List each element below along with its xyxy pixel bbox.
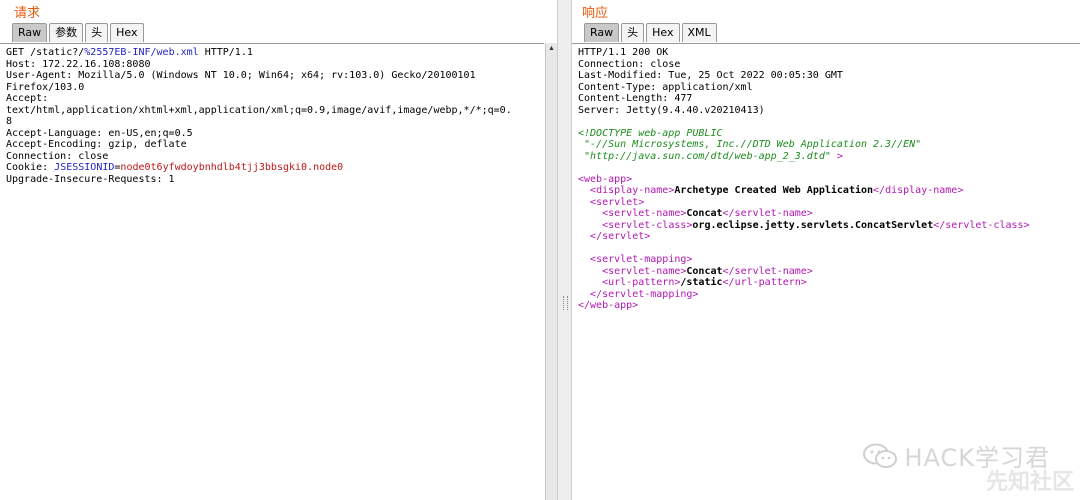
xml-mapping-open: <servlet-mapping> xyxy=(578,254,1080,266)
display-name-open-tag: <display-name> xyxy=(590,185,675,196)
servlet-mapping-open-tag: <servlet-mapping> xyxy=(590,254,693,265)
content-length-header: Content-Length: 477 xyxy=(578,93,693,104)
server-header: Server: Jetty(9.4.40.v20210413) xyxy=(578,104,765,116)
xml-display-name: <display-name>Archetype Created Web Appl… xyxy=(578,185,1080,197)
servlet-close-tag: </servlet> xyxy=(590,231,651,242)
request-editor[interactable]: GET /static?/%2557EB-INF/web.xml HTTP/1.… xyxy=(0,43,544,500)
request-pane: 请求 Raw 参数 头 Hex GET /static?/%2557EB-INF… xyxy=(0,0,557,500)
display-name-close-tag: </display-name> xyxy=(873,185,964,196)
mapping-name-close-tag: </servlet-name> xyxy=(722,265,813,277)
servlet-open-tag: <servlet> xyxy=(590,196,645,208)
xml-web-app-open: <web-app> xyxy=(578,174,1080,186)
corner-watermark: 先知社区 xyxy=(985,470,1074,495)
request-tab-raw[interactable]: Raw xyxy=(12,23,48,42)
content-type-header: Content-Type: application/xml xyxy=(578,81,753,93)
scroll-up-arrow-icon[interactable]: ▲ xyxy=(546,43,557,54)
doctype-public-id: "-//Sun Microsystems, Inc.//DTD Web Appl… xyxy=(578,139,922,150)
request-tab-headers[interactable]: 头 xyxy=(85,23,109,42)
doctype-line: <!DOCTYPE web-app PUBLIC xyxy=(578,127,723,139)
upgrade-insecure-header: Upgrade-Insecure-Requests: 1 xyxy=(6,173,175,185)
connection-header: Connection: close xyxy=(6,150,109,162)
xml-servlet-class: <servlet-class>org.eclipse.jetty.servlet… xyxy=(578,220,1080,232)
split-divider[interactable] xyxy=(557,0,572,500)
servlet-name-close-tag: </servlet-name> xyxy=(722,208,813,219)
response-tab-raw[interactable]: Raw xyxy=(584,23,620,42)
request-tab-hex[interactable]: Hex xyxy=(110,23,144,42)
request-protocol: HTTP/1.1 xyxy=(198,47,253,58)
request-tabs: Raw 参数 头 Hex xyxy=(12,23,146,42)
user-agent-header-cont: Firefox/103.0 xyxy=(6,81,85,93)
accept-header-value: text/html,application/xhtml+xml,applicat… xyxy=(6,104,512,116)
display-name-value: Archetype Created Web Application xyxy=(674,185,874,196)
servlet-name-open-tag: <servlet-name> xyxy=(602,208,687,219)
doctype-system-url: "http://java.sun.com/dtd/web-app_2_3.dtd… xyxy=(578,150,837,162)
request-query-param: %2557EB-INF/web.xml xyxy=(84,47,199,58)
servlet-class-close-tag: </servlet-class> xyxy=(933,219,1030,231)
xml-mapping-name: <servlet-name>Concat</servlet-name> xyxy=(578,266,1080,278)
host-header: Host: 172.22.16.108:8080 xyxy=(6,58,151,70)
xml-servlet-open: <servlet> xyxy=(578,197,1080,209)
request-title: 请求 xyxy=(14,6,41,21)
user-agent-header: User-Agent: Mozilla/5.0 (Windows NT 10.0… xyxy=(6,70,476,81)
response-pane: 响应 Raw 头 Hex XML HTTP/1.1 200 OK Connecti… xyxy=(572,0,1080,500)
divider-grip-icon[interactable] xyxy=(563,296,568,310)
mapping-name-value: Concat xyxy=(686,265,723,277)
servlet-class-value: org.eclipse.jetty.servlets.ConcatServlet xyxy=(692,219,934,231)
response-editor[interactable]: HTTP/1.1 200 OK Connection: close Last-Mod… xyxy=(572,43,1080,500)
servlet-class-open-tag: <servlet-class> xyxy=(602,219,693,231)
request-method-path: GET /static?/ xyxy=(6,47,85,58)
wechat-icon xyxy=(863,443,898,468)
cookie-value: node0t6yfwdoybnhdlb4tjj3bbsgki0.node0 xyxy=(120,162,344,173)
status-line: HTTP/1.1 200 OK xyxy=(578,47,669,58)
url-pattern-value: /static xyxy=(680,277,723,288)
response-tab-xml[interactable]: XML xyxy=(681,23,717,42)
servlet-mapping-close-tag: </servlet-mapping> xyxy=(590,288,699,300)
xml-url-pattern: <url-pattern>/static</url-pattern> xyxy=(578,277,1080,289)
connection-header: Connection: close xyxy=(578,58,681,70)
url-pattern-close-tag: </url-pattern> xyxy=(722,277,807,288)
accept-encoding-header: Accept-Encoding: gzip, deflate xyxy=(6,139,187,150)
accept-header-value-cont: 8 xyxy=(6,116,13,127)
mapping-name-open-tag: <servlet-name> xyxy=(602,265,687,277)
request-scrollbar[interactable]: ▲ xyxy=(545,43,557,500)
web-app-close-tag: </web-app> xyxy=(578,300,639,311)
response-tabs: Raw 头 Hex XML xyxy=(584,23,719,42)
cookie-name: JSESSIONID xyxy=(54,162,115,173)
xml-servlet-name: <servlet-name>Concat</servlet-name> xyxy=(578,208,1080,220)
doctype-close: > xyxy=(836,150,843,162)
last-modified-header: Last-Modified: Tue, 25 Oct 2022 00:05:30… xyxy=(578,70,843,81)
xml-mapping-close: </servlet-mapping> xyxy=(578,289,1080,301)
request-line: GET /static?/%2557EB-INF/web.xml HTTP/1.… xyxy=(6,47,544,59)
web-app-open-tag: <web-app> xyxy=(578,173,633,185)
response-title: 响应 xyxy=(582,6,609,21)
doctype-system-id: "http://java.sun.com/dtd/web-app_2_3.dtd… xyxy=(578,151,1080,163)
url-pattern-open-tag: <url-pattern> xyxy=(602,277,681,288)
servlet-name-value: Concat xyxy=(686,208,723,219)
xml-servlet-close: </servlet> xyxy=(578,231,1080,243)
request-tab-params[interactable]: 参数 xyxy=(49,23,84,42)
accept-language-header: Accept-Language: en-US,en;q=0.5 xyxy=(6,127,193,139)
cookie-header: Cookie: JSESSIONID=node0t6yfwdoybnhdlb4t… xyxy=(6,162,544,174)
xml-web-app-close: </web-app> xyxy=(578,300,1080,312)
response-tab-hex[interactable]: Hex xyxy=(646,23,680,42)
cookie-label: Cookie: xyxy=(6,162,55,173)
response-tab-headers[interactable]: 头 xyxy=(621,23,645,42)
accept-header: Accept: xyxy=(6,93,49,104)
